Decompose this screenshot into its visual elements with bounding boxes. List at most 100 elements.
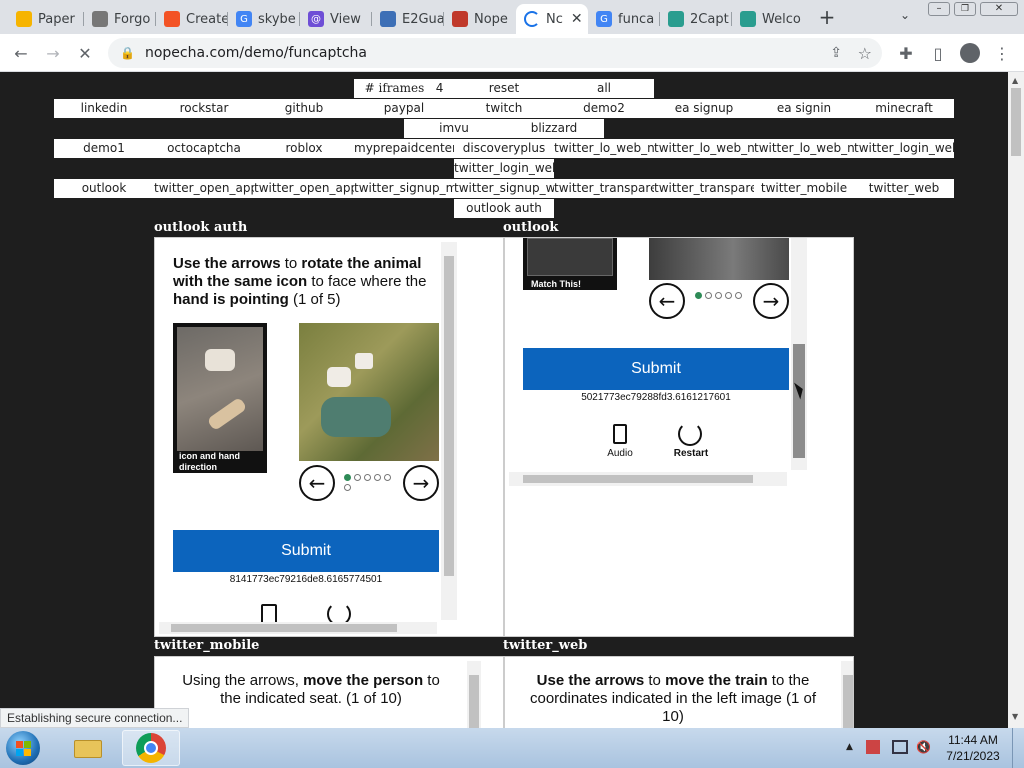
nav-link[interactable]: twitter_lo_web_not xyxy=(654,139,754,158)
show-hidden-icons[interactable]: ▲ xyxy=(846,742,853,752)
window-close-button[interactable]: ✕ xyxy=(980,2,1018,16)
chrome-taskbar-button[interactable] xyxy=(122,730,180,766)
network-icon[interactable] xyxy=(892,740,908,754)
action-center-icon[interactable] xyxy=(866,740,880,754)
audio-icon[interactable] xyxy=(261,604,277,624)
tab-favicon-icon xyxy=(452,11,468,27)
inner-horizontal-scrollbar[interactable] xyxy=(509,472,787,486)
nav-link[interactable]: twitter_open_app_ xyxy=(154,179,254,198)
reset-link[interactable]: reset xyxy=(454,79,554,98)
browser-tab[interactable]: 2Capt xyxy=(660,4,732,34)
nav-link[interactable]: demo2 xyxy=(554,99,654,118)
scroll-thumb[interactable] xyxy=(1011,88,1021,156)
folder-icon xyxy=(74,740,102,758)
inner-vertical-scrollbar[interactable] xyxy=(467,661,481,728)
profile-avatar[interactable] xyxy=(957,40,983,66)
inner-vertical-scrollbar[interactable] xyxy=(841,661,853,728)
nav-link[interactable]: linkedin xyxy=(54,99,154,118)
tab-search-icon[interactable]: ⌄ xyxy=(896,8,914,26)
file-explorer-button[interactable] xyxy=(70,732,106,764)
progress-dots xyxy=(695,292,742,299)
nav-link[interactable]: demo1 xyxy=(54,139,154,158)
nav-link[interactable]: twitch xyxy=(454,99,554,118)
nav-link[interactable]: twitter_login_web_ xyxy=(854,139,954,158)
nav-link[interactable]: blizzard xyxy=(504,119,604,138)
scroll-down-icon[interactable]: ▼ xyxy=(1012,712,1018,721)
nav-link[interactable]: twitter_open_app_ xyxy=(254,179,354,198)
nav-link[interactable]: twitter_lo_web_not xyxy=(754,139,854,158)
submit-button[interactable]: Submit xyxy=(523,348,789,390)
nav-link[interactable]: roblox xyxy=(254,139,354,158)
nav-link[interactable]: minecraft xyxy=(854,99,954,118)
right-arrow-button[interactable]: → xyxy=(753,283,789,319)
browser-tab[interactable]: Forgo xyxy=(84,4,156,34)
nav-link[interactable]: twitter_signup_web xyxy=(454,179,554,198)
stop-button[interactable]: ✕ xyxy=(72,40,98,66)
all-link[interactable]: all xyxy=(554,79,654,98)
inner-vertical-scrollbar[interactable] xyxy=(441,242,457,620)
inner-horizontal-scrollbar[interactable] xyxy=(159,622,437,634)
browser-tab-active[interactable]: Nc ✕ xyxy=(516,4,588,34)
browser-tab[interactable]: Create xyxy=(156,4,228,34)
tab-favicon-icon xyxy=(92,11,108,27)
address-bar[interactable]: 🔒 nopecha.com/demo/funcaptcha ⇪ ☆ xyxy=(108,38,882,68)
nav-link[interactable]: ea signup xyxy=(654,99,754,118)
rotate-left-button[interactable]: ← xyxy=(299,465,335,501)
browser-tab[interactable]: Nope xyxy=(444,4,516,34)
bookmark-star-icon[interactable]: ☆ xyxy=(858,44,872,63)
minimize-button[interactable]: – xyxy=(928,2,950,16)
scroll-up-icon[interactable]: ▲ xyxy=(1012,76,1018,85)
nav-link[interactable]: twitter_web xyxy=(854,179,954,198)
show-desktop-button[interactable] xyxy=(1012,728,1024,768)
iframes-control[interactable]: # iframes 4 xyxy=(354,79,454,98)
nav-link[interactable]: ea signin xyxy=(754,99,854,118)
forward-button[interactable]: → xyxy=(40,40,66,66)
browser-tab[interactable]: Paper xyxy=(8,4,84,34)
nav-link[interactable]: paypal xyxy=(354,99,454,118)
side-panel-icon[interactable]: ▯ xyxy=(925,40,951,66)
inner-vertical-scrollbar[interactable] xyxy=(791,238,807,470)
puzzle-image xyxy=(649,238,789,280)
nav-link[interactable]: github xyxy=(254,99,354,118)
volume-muted-icon[interactable]: 🔇 xyxy=(916,740,931,754)
nav-link[interactable]: twitter_lo_web_not xyxy=(554,139,654,158)
tab-favicon-icon: G xyxy=(596,11,612,27)
nav-link[interactable]: octocaptcha xyxy=(154,139,254,158)
start-button[interactable] xyxy=(6,731,40,765)
submit-button[interactable]: Submit xyxy=(173,530,439,572)
captcha-instructions: Use the arrows to move the train to the … xyxy=(529,672,816,725)
browser-tab[interactable]: Gskybe xyxy=(228,4,300,34)
audio-icon[interactable] xyxy=(613,424,627,444)
nav-link[interactable]: twitter_login_web_ xyxy=(454,159,554,178)
new-tab-button[interactable]: + xyxy=(816,6,838,28)
browser-tab[interactable]: Welco xyxy=(732,4,804,34)
nav-link[interactable]: twitter_mobile xyxy=(754,179,854,198)
back-button[interactable]: ← xyxy=(8,40,34,66)
menu-kebab-icon[interactable]: ⋮ xyxy=(989,40,1015,66)
nav-link[interactable]: outlook xyxy=(54,179,154,198)
nav-link[interactable]: rockstar xyxy=(154,99,254,118)
left-arrow-button[interactable]: ← xyxy=(649,283,685,319)
nav-link[interactable]: outlook auth xyxy=(454,199,554,218)
restore-button[interactable]: ❐ xyxy=(954,2,976,16)
close-tab-icon[interactable]: ✕ xyxy=(571,11,583,27)
nav-link[interactable]: twitter_transparent xyxy=(554,179,654,198)
nav-link[interactable]: twitter_transparent xyxy=(654,179,754,198)
nav-link[interactable]: discoveryplus xyxy=(454,139,554,158)
browser-tab[interactable]: Gfunca xyxy=(588,4,660,34)
nav-link[interactable]: imvu xyxy=(404,119,504,138)
session-token: 5021773ec79288fd3.6161217601 xyxy=(581,392,731,403)
nav-link[interactable]: twitter_signup_mot xyxy=(354,179,454,198)
page-vertical-scrollbar[interactable]: ▲ ▼ xyxy=(1008,72,1024,728)
extensions-icon[interactable]: ✚ xyxy=(893,40,919,66)
restart-icon[interactable] xyxy=(678,422,702,446)
browser-tab[interactable]: @ View xyxy=(300,4,372,34)
share-icon[interactable]: ⇪ xyxy=(830,45,842,61)
nav-link[interactable]: myprepaidcenter xyxy=(354,139,454,158)
clock[interactable]: 11:44 AM 7/21/2023 xyxy=(940,732,1006,764)
browser-tab[interactable]: E2Gua xyxy=(372,4,444,34)
rotate-right-button[interactable]: → xyxy=(403,465,439,501)
tab-favicon-icon: G xyxy=(236,11,252,27)
url-text[interactable]: nopecha.com/demo/funcaptcha xyxy=(145,45,367,61)
nav-row: outlook auth xyxy=(454,199,554,218)
